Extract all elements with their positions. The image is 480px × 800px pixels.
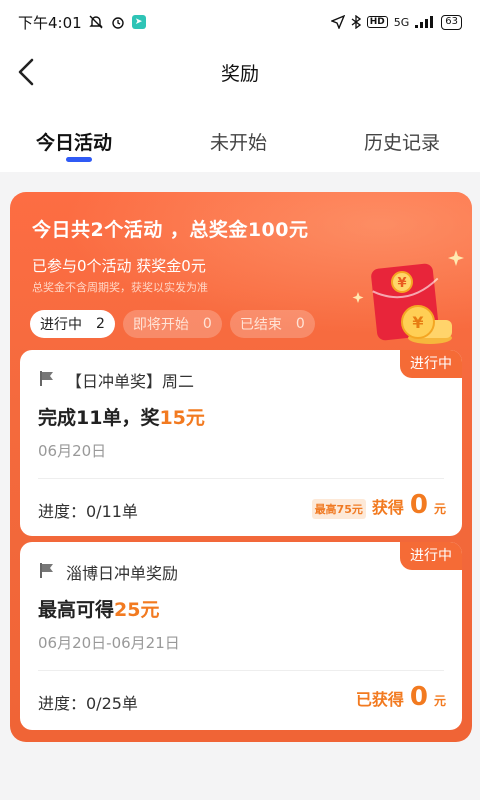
- status-filter-group: 进行中 2 即将开始 0 已结束 0: [30, 310, 315, 338]
- tab-indicator: [66, 157, 92, 162]
- summary-headline: 今日共2个活动 ，总奖金100元: [32, 219, 309, 241]
- card-reward: 完成11单，奖15元: [38, 407, 205, 429]
- red-envelope-icon: ¥ ¥: [352, 242, 472, 360]
- filter-chip-label: 已结束: [239, 317, 282, 333]
- max-reward-tag: 最高75元: [311, 499, 366, 519]
- status-time: 下午4:01: [18, 13, 82, 32]
- filter-chip-ongoing[interactable]: 进行中 2: [30, 310, 115, 338]
- status-bar: 下午4:01 ➤ HD 5G 63: [0, 0, 480, 44]
- page-title: 奖励: [220, 63, 259, 85]
- mute-bell-icon: [88, 14, 104, 30]
- card-date: 06月20日-06月21日: [38, 634, 180, 652]
- filter-chip-count: 0: [295, 316, 305, 332]
- card-progress: 进度：0/11单: [38, 502, 138, 521]
- app-notification-icon: ➤: [131, 15, 146, 29]
- signal-icon: [415, 16, 435, 28]
- filter-chip-upcoming[interactable]: 即将开始 0: [122, 310, 222, 338]
- card-title: 【日冲单奖】周二: [66, 372, 195, 391]
- hd-icon: HD: [366, 16, 388, 28]
- tab-today[interactable]: 今日活动: [36, 128, 112, 155]
- card-reward: 最高可得25元: [38, 599, 160, 621]
- tab-history[interactable]: 历史记录: [364, 128, 440, 155]
- reward-amount: 25元: [114, 599, 160, 621]
- filter-chip-label: 进行中: [40, 317, 82, 333]
- reward-amount: 15元: [159, 407, 205, 429]
- filter-chip-count: 0: [202, 316, 212, 332]
- divider: [38, 670, 444, 671]
- summary-subline: 已参与0个活动 获奖金0元: [32, 257, 206, 275]
- filter-chip-count: 2: [96, 316, 105, 332]
- activity-card[interactable]: 进行中 淄博日冲单奖励 最高可得25元 06月20日-06月21日 进度：0/2…: [20, 542, 462, 730]
- app-header: 奖励: [0, 44, 480, 104]
- activity-panel: 今日共2个活动 ，总奖金100元 已参与0个活动 获奖金0元 总奖金不含周期奖，…: [10, 192, 472, 742]
- svg-text:¥: ¥: [397, 276, 406, 291]
- earned-amount: 最高75元 获得 0 元: [311, 490, 446, 520]
- flag-icon: [38, 561, 56, 583]
- filter-chip-label: 即将开始: [132, 317, 189, 333]
- svg-text:¥: ¥: [412, 313, 423, 332]
- divider: [38, 478, 444, 479]
- card-date: 06月20日: [38, 442, 107, 460]
- card-title: 淄博日冲单奖励: [66, 564, 179, 583]
- card-progress: 进度：0/25单: [38, 694, 138, 713]
- network-type: 5G: [393, 15, 410, 29]
- tab-upcoming[interactable]: 未开始: [210, 128, 267, 155]
- earned-amount: 已获得 0 元: [355, 682, 446, 712]
- location-icon: [330, 15, 345, 29]
- activity-card[interactable]: 进行中 【日冲单奖】周二 完成11单，奖15元 06月20日 进度：0/11单 …: [20, 350, 462, 536]
- status-badge: 进行中: [400, 542, 462, 570]
- flag-icon: [38, 369, 56, 391]
- summary-note: 总奖金不含周期奖，获奖以实发为准: [32, 281, 208, 294]
- filter-chip-ended[interactable]: 已结束 0: [229, 310, 315, 338]
- alarm-icon: [110, 14, 126, 30]
- battery-indicator: 63: [441, 14, 462, 30]
- status-badge: 进行中: [400, 350, 462, 378]
- bluetooth-icon: [351, 15, 361, 29]
